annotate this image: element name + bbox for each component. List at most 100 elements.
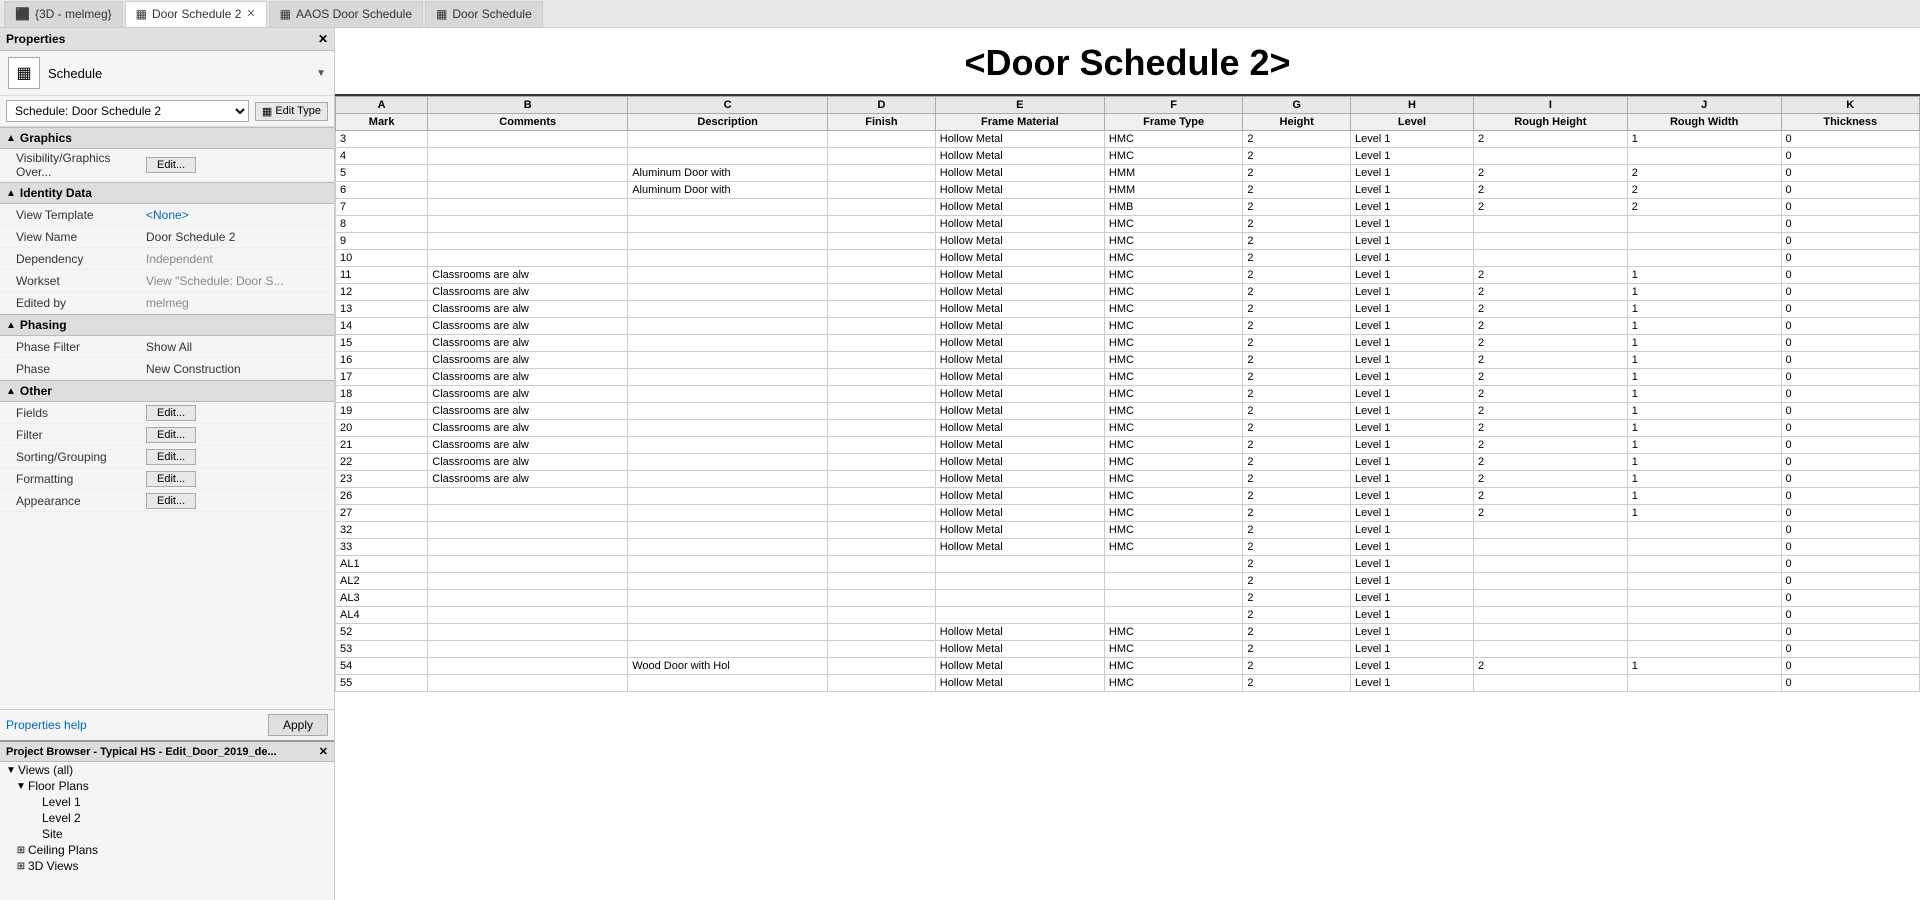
cell-H-20: Level 1 [1350,471,1473,488]
cell-C-4 [628,199,828,216]
tree-item[interactable]: Level 1 [0,794,334,810]
table-row[interactable]: 5Aluminum Door withHollow MetalHMM2Level… [336,165,1920,182]
close-icon[interactable]: ✕ [318,32,328,46]
cell-A-32: 55 [336,675,428,692]
schedule-dropdown[interactable]: Schedule: Door Schedule 2 [6,100,249,122]
table-row[interactable]: 16Classrooms are alwHollow MetalHMC2Leve… [336,352,1920,369]
sorting-grouping-edit-btn[interactable]: Edit... [146,449,196,465]
cell-H-29: Level 1 [1350,624,1473,641]
cell-A-7: 10 [336,250,428,267]
table-row[interactable]: 18Classrooms are alwHollow MetalHMC2Leve… [336,386,1920,403]
table-row[interactable]: 17Classrooms are alwHollow MetalHMC2Leve… [336,369,1920,386]
tree-item[interactable]: ▼Views (all) [0,762,334,778]
table-row[interactable]: 33Hollow MetalHMC2Level 10 [336,539,1920,556]
schedule-wrapper[interactable]: ABCDEFGHIJK MarkCommentsDescriptionFinis… [335,96,1920,900]
table-row[interactable]: 54Wood Door with HolHollow MetalHMC2Leve… [336,658,1920,675]
edit-type-button[interactable]: ▦ Edit Type [255,102,328,121]
cell-C-22 [628,505,828,522]
filter-edit-btn[interactable]: Edit... [146,427,196,443]
cell-D-6 [828,233,936,250]
schedule-type-label: Schedule [48,66,308,81]
table-row[interactable]: 11Classrooms are alwHollow MetalHMC2Leve… [336,267,1920,284]
formatting-edit-btn[interactable]: Edit... [146,471,196,487]
section-identity-data[interactable]: ▲ Identity Data [0,182,334,204]
table-row[interactable]: AL22Level 10 [336,573,1920,590]
table-row[interactable]: 19Classrooms are alwHollow MetalHMC2Leve… [336,403,1920,420]
tab-door2-close[interactable]: ✕ [246,7,255,20]
cell-K-32: 0 [1781,675,1919,692]
apply-button[interactable]: Apply [268,714,328,736]
tab-aaos[interactable]: ▦ AAOS Door Schedule [269,1,423,27]
project-browser-close[interactable]: ✕ [319,745,328,758]
tree-item[interactable]: ⊞3D Views [0,858,334,874]
table-row[interactable]: 4Hollow MetalHMC2Level 10 [336,148,1920,165]
view-template-value[interactable]: <None> [146,208,328,222]
table-row[interactable]: 22Classrooms are alwHollow MetalHMC2Leve… [336,454,1920,471]
cell-D-4 [828,199,936,216]
section-phasing[interactable]: ▲ Phasing [0,314,334,336]
tree-item[interactable]: Level 2 [0,810,334,826]
table-row[interactable]: 52Hollow MetalHMC2Level 10 [336,624,1920,641]
tree-expand-icon[interactable]: ▼ [4,765,18,776]
cell-D-5 [828,216,936,233]
cell-I-30 [1473,641,1627,658]
cell-E-19: Hollow Metal [935,454,1104,471]
dependency-value: Independent [146,252,328,266]
tab-3d[interactable]: ⬛ {3D - melmeg} [4,1,123,27]
cell-A-10: 13 [336,301,428,318]
table-row[interactable]: 8Hollow MetalHMC2Level 10 [336,216,1920,233]
tree-expand-icon[interactable]: ⊞ [14,845,28,856]
table-row[interactable]: 3Hollow MetalHMC2Level 1210 [336,131,1920,148]
table-row[interactable]: 12Classrooms are alwHollow MetalHMC2Leve… [336,284,1920,301]
cell-I-4: 2 [1473,199,1627,216]
table-row[interactable]: 32Hollow MetalHMC2Level 10 [336,522,1920,539]
tab-door2[interactable]: ▦ Door Schedule 2 ✕ [125,1,267,27]
fields-edit-btn[interactable]: Edit... [146,405,196,421]
vis-graphics-edit-btn[interactable]: Edit... [146,157,196,173]
tree-item[interactable]: ⊞Ceiling Plans [0,842,334,858]
properties-help-link[interactable]: Properties help [6,718,87,732]
cell-K-21: 0 [1781,488,1919,505]
tree-item[interactable]: ▼Floor Plans [0,778,334,794]
table-row[interactable]: 26Hollow MetalHMC2Level 1210 [336,488,1920,505]
section-other[interactable]: ▲ Other [0,380,334,402]
table-row[interactable]: 23Classrooms are alwHollow MetalHMC2Leve… [336,471,1920,488]
table-row[interactable]: 7Hollow MetalHMB2Level 1220 [336,199,1920,216]
cell-F-14: HMC [1104,369,1242,386]
table-row[interactable]: 15Classrooms are alwHollow MetalHMC2Leve… [336,335,1920,352]
cell-H-4: Level 1 [1350,199,1473,216]
table-row[interactable]: AL32Level 10 [336,590,1920,607]
table-row[interactable]: 13Classrooms are alwHollow MetalHMC2Leve… [336,301,1920,318]
cell-H-9: Level 1 [1350,284,1473,301]
table-row[interactable]: AL12Level 10 [336,556,1920,573]
cell-J-19: 1 [1627,454,1781,471]
tree-item[interactable]: Site [0,826,334,842]
cell-B-14: Classrooms are alw [428,369,628,386]
cell-C-16 [628,403,828,420]
cell-E-3: Hollow Metal [935,182,1104,199]
cell-J-4: 2 [1627,199,1781,216]
cell-A-0: 3 [336,131,428,148]
tab-door[interactable]: ▦ Door Schedule [425,1,543,27]
table-row[interactable]: 55Hollow MetalHMC2Level 10 [336,675,1920,692]
table-row[interactable]: 14Classrooms are alwHollow MetalHMC2Leve… [336,318,1920,335]
cell-K-3: 0 [1781,182,1919,199]
cell-E-0: Hollow Metal [935,131,1104,148]
table-row[interactable]: 6Aluminum Door withHollow MetalHMM2Level… [336,182,1920,199]
table-row[interactable]: 9Hollow MetalHMC2Level 10 [336,233,1920,250]
appearance-edit-btn[interactable]: Edit... [146,493,196,509]
table-row[interactable]: 27Hollow MetalHMC2Level 1210 [336,505,1920,522]
schedule-type-dropdown[interactable]: ▼ [316,68,326,79]
table-row[interactable]: 20Classrooms are alwHollow MetalHMC2Leve… [336,420,1920,437]
cell-F-30: HMC [1104,641,1242,658]
table-row[interactable]: 53Hollow MetalHMC2Level 10 [336,641,1920,658]
tree-expand-icon[interactable]: ▼ [14,781,28,792]
table-row[interactable]: 21Classrooms are alwHollow MetalHMC2Leve… [336,437,1920,454]
section-graphics[interactable]: ▲ Graphics [0,127,334,149]
tree-expand-icon[interactable]: ⊞ [14,861,28,872]
table-row[interactable]: AL42Level 10 [336,607,1920,624]
prop-formatting: Formatting Edit... [0,468,334,490]
col-name-G: Height [1243,114,1351,131]
cell-B-25 [428,556,628,573]
table-row[interactable]: 10Hollow MetalHMC2Level 10 [336,250,1920,267]
